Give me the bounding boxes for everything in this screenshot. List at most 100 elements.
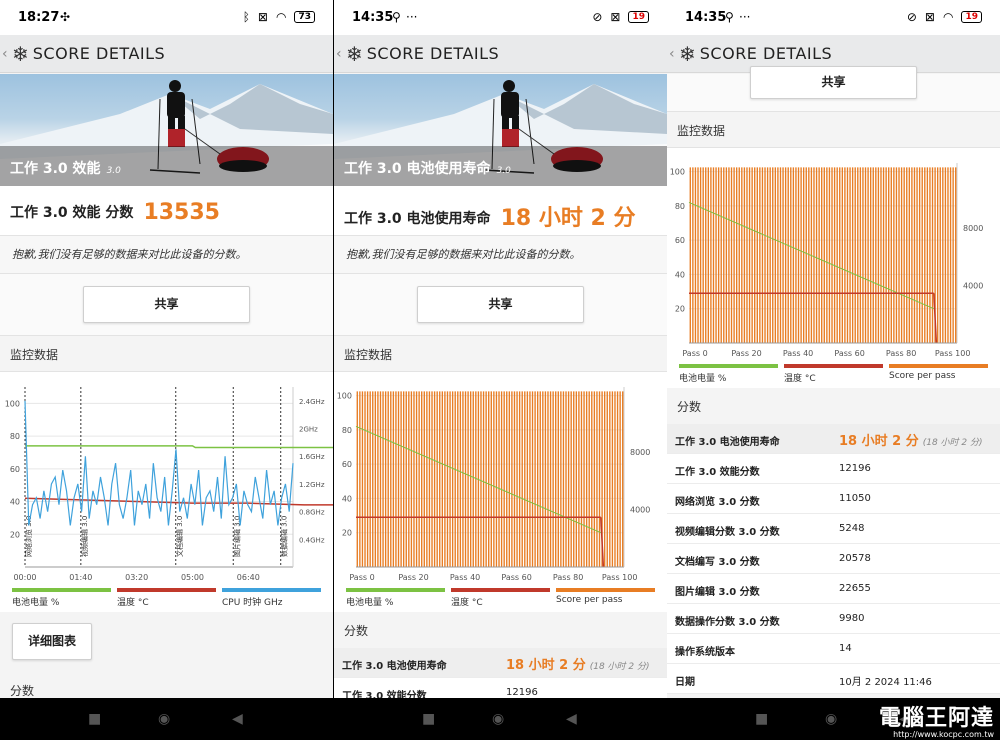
score-bar: [862, 167, 864, 343]
x-tick-label: Pass 80: [886, 349, 916, 358]
status-bar: 14:35 ⚲ ··· ⊘ ⊠ 19: [334, 0, 667, 35]
status-time: 18:27: [18, 10, 60, 25]
battery-pass-chart[interactable]: 20 40 60 80 100 4000 8000 Pass 0 Pass 20 Pass 40 P…: [334, 372, 667, 587]
score-bar: [893, 167, 895, 343]
y-tick-label: 100: [337, 392, 352, 401]
score-bar: [867, 167, 869, 343]
legend-temperature: 温度 °C: [451, 588, 550, 608]
score-bar: [720, 167, 722, 343]
back-icon[interactable]: ‹: [2, 46, 12, 62]
panel-battery-life: 14:35 ⚲ ··· ⊘ ⊠ 19 ‹ ❄ SCORE DETAILS 工作 …: [334, 0, 667, 740]
share-button[interactable]: 共享: [750, 66, 917, 99]
score-row-value: 12196: [839, 463, 871, 474]
score-bar: [428, 391, 431, 567]
legend-battery: 电池电量 %: [346, 588, 445, 608]
score-bar: [402, 391, 405, 567]
status-icons: ⊘ ⊠ ◠ 19: [907, 10, 982, 24]
score-bar: [733, 167, 735, 343]
status-time: 14:35: [352, 10, 394, 25]
score-bar: [511, 391, 513, 567]
score-bar: [790, 167, 792, 343]
y-tick-label: 80: [675, 202, 685, 211]
score-bar: [797, 167, 800, 343]
score-bar: [792, 167, 795, 343]
status-bar: 14:35 ⚲ ··· ⊘ ⊠ ◠ 19: [667, 0, 1000, 35]
score-row: 文档编写 3.0 分数 20578: [667, 544, 1000, 574]
battery-pass-chart[interactable]: 20 40 60 80 100 4000 8000 Pass 0 Pass 20 Pass 40 P…: [667, 148, 1000, 363]
score-bar: [955, 167, 957, 343]
score-bar: [715, 167, 717, 343]
score-row: 工作 3.0 电池使用寿命 18 小时 2 分 (18 小时 2 分): [334, 648, 667, 678]
score-bar: [831, 167, 833, 343]
score-row-label: 数据操作分数 3.0 分数: [675, 617, 780, 628]
score-bar: [433, 391, 436, 567]
back-nav-icon[interactable]: ◀: [232, 711, 243, 727]
score-bar: [947, 167, 949, 343]
series-cpu-clock: [24, 400, 294, 526]
y-tick-label: 100: [5, 399, 20, 408]
score-bar: [869, 167, 872, 343]
score-row: 视频编辑分数 3.0 分数 5248: [667, 514, 1000, 544]
score-bar: [495, 391, 498, 567]
score-bar: [833, 167, 836, 343]
detail-chart-button[interactable]: 详细图表: [12, 623, 92, 660]
score-bar: [616, 391, 619, 567]
legend-battery: 电池电量 %: [679, 364, 778, 384]
score-bar: [898, 167, 900, 343]
score-bar: [531, 391, 534, 567]
score-bar: [779, 167, 782, 343]
score-bar: [469, 391, 472, 567]
status-icons: ᛒ ⊠ ◠ 73: [243, 10, 315, 24]
score-bar: [377, 391, 379, 567]
score-bar: [444, 391, 446, 567]
score-bar: [913, 167, 916, 343]
score-bar: [359, 391, 361, 567]
y-tick-label: 40: [675, 270, 685, 279]
x-tick-label: Pass 40: [783, 349, 813, 358]
home-icon[interactable]: ◉: [492, 711, 504, 727]
score-bar: [707, 167, 710, 343]
hero-version: 3.0: [496, 166, 511, 176]
score-bar: [374, 391, 377, 567]
score-bar: [400, 391, 402, 567]
score-bar: [544, 391, 547, 567]
back-nav-icon[interactable]: ◀: [566, 711, 577, 727]
monitoring-chart[interactable]: 20 40 60 80 100 0.4GHz 0.8GHz 1.2GHz 1.6GHz 2GHz 2…: [0, 372, 333, 587]
recent-apps-icon[interactable]: ■: [88, 711, 101, 727]
more-notifications-icon: ···: [739, 10, 751, 24]
score-bar: [598, 391, 601, 567]
score-value: 18 小时 2 分: [500, 206, 636, 231]
score-bar: [777, 167, 779, 343]
score-bar: [759, 167, 761, 343]
no-comparison-notice: 抱歉,我们没有足够的数据来对比此设备的分数。: [334, 236, 667, 274]
score-bar: [774, 167, 777, 343]
recent-apps-icon[interactable]: ■: [755, 711, 768, 727]
score-bar: [743, 167, 746, 343]
home-icon[interactable]: ◉: [158, 711, 170, 727]
score-bar: [702, 167, 704, 343]
battery-indicator: 73: [294, 11, 315, 23]
panel-battery-scores: 14:35 ⚲ ··· ⊘ ⊠ ◠ 19 ‹ ❄ SCORE DETAILS 共…: [667, 0, 1000, 740]
recent-apps-icon[interactable]: ■: [422, 711, 435, 727]
bluetooth-icon: ᛒ: [242, 10, 250, 24]
back-icon[interactable]: ‹: [669, 46, 679, 62]
score-bar: [366, 391, 369, 567]
score-label: 工作 3.0 电池使用寿命: [344, 211, 491, 227]
score-row-value: 10月 2 2024 11:46: [839, 677, 932, 688]
score-bar: [900, 167, 903, 343]
score-row: 日期 10月 2 2024 11:46: [667, 664, 1000, 694]
back-icon[interactable]: ‹: [336, 46, 346, 62]
sim-off-icon: ⊠: [610, 10, 621, 24]
monitoring-section-header: 监控数据: [0, 336, 333, 372]
score-bar: [849, 167, 851, 343]
score-bar: [606, 391, 608, 567]
score-bar: [516, 391, 518, 567]
share-button[interactable]: 共享: [417, 286, 584, 323]
score-bar: [841, 167, 844, 343]
score-bar: [854, 167, 856, 343]
share-button[interactable]: 共享: [83, 286, 250, 323]
score-bar: [939, 167, 941, 343]
score-bar: [405, 391, 407, 567]
score-bar: [689, 167, 691, 343]
score-bar: [952, 167, 954, 343]
